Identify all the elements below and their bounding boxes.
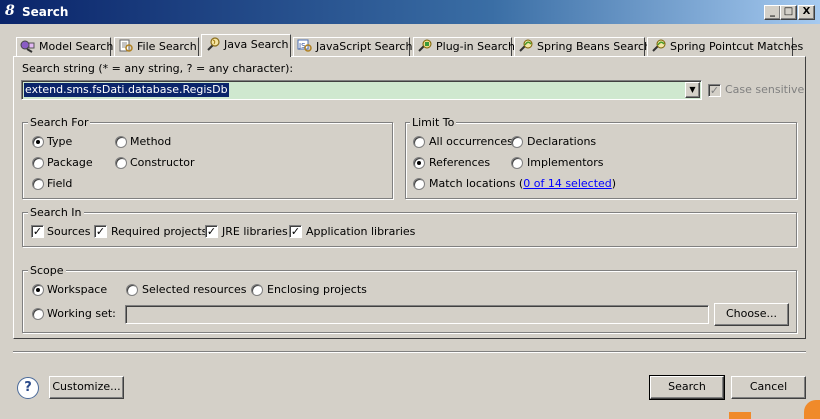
radio-match-locations-label: Match locations (: [429, 177, 524, 190]
javascript-search-icon: JS: [297, 39, 313, 53]
plugin-search-icon: [417, 39, 433, 53]
checkbox-jre-libraries-label: JRE libraries: [222, 225, 288, 238]
radio-match-locations-row: Match locations (0 of 14 selected): [429, 177, 616, 191]
maximize-button[interactable]: □: [780, 5, 797, 20]
radio-constructor-label: Constructor: [130, 156, 195, 169]
radio-constructor[interactable]: [115, 157, 127, 169]
checkbox-sources[interactable]: ✓: [31, 225, 44, 238]
customize-button[interactable]: Customize...: [49, 376, 124, 399]
checkbox-application-libraries[interactable]: ✓: [289, 225, 302, 238]
file-search-icon: [118, 39, 134, 53]
radio-references[interactable]: [413, 157, 425, 169]
title-bar: 8 Search _ □ X: [0, 0, 820, 24]
radio-all-occurrences-label: All occurrences: [429, 135, 513, 148]
radio-method-label: Method: [130, 135, 172, 148]
checkbox-jre-libraries[interactable]: ✓: [205, 225, 218, 238]
checkbox-sources-label: Sources: [47, 225, 91, 238]
match-locations-suffix: ): [611, 177, 617, 190]
radio-references-label: References: [429, 156, 491, 169]
scope-title: Scope: [28, 264, 66, 277]
tab-plugin-search[interactable]: Plug-in Search: [413, 37, 515, 56]
close-button[interactable]: X: [798, 5, 815, 20]
checkbox-required-projects-label: Required projects: [111, 225, 208, 238]
footer-separator: [13, 351, 806, 353]
tab-spring-pointcut-matches[interactable]: Spring Pointcut Matches: [647, 37, 803, 56]
limit-to-title: Limit To: [410, 116, 457, 129]
radio-working-set[interactable]: [32, 308, 44, 320]
spring-pointcut-icon: [651, 39, 667, 53]
case-sensitive-checkbox[interactable]: ✓: [708, 84, 721, 97]
window-title: Search: [22, 5, 69, 19]
radio-implementors[interactable]: [511, 157, 523, 169]
tab-file-search[interactable]: File Search: [114, 37, 199, 56]
dropdown-button[interactable]: ▼: [685, 82, 700, 98]
radio-declarations-label: Declarations: [527, 135, 597, 148]
tab-spring-beans-search[interactable]: Spring Beans Search: [514, 37, 651, 56]
radio-workspace[interactable]: [32, 284, 44, 296]
minimize-button[interactable]: _: [764, 5, 781, 20]
radio-selected-resources-label: Selected resources: [142, 283, 247, 296]
match-locations-link[interactable]: 0 of 14 selected: [523, 177, 612, 190]
search-for-title: Search For: [28, 116, 91, 129]
radio-field[interactable]: [32, 178, 44, 190]
spring-beans-icon: [518, 39, 534, 53]
radio-method[interactable]: [115, 136, 127, 148]
search-string-combo[interactable]: extend.sms.fsDati.database.RegisDb ▼: [21, 80, 702, 100]
tab-javascript-search[interactable]: JS JavaScript Search: [293, 37, 412, 56]
orange-corner-decoration: [804, 400, 820, 419]
checkbox-required-projects[interactable]: ✓: [94, 225, 107, 238]
radio-match-locations[interactable]: [413, 178, 425, 190]
java-search-icon: [205, 37, 221, 51]
search-button[interactable]: Search: [649, 375, 725, 400]
radio-implementors-label: Implementors: [527, 156, 604, 169]
tab-model-search[interactable]: Model Search: [16, 37, 113, 56]
radio-enclosing-projects[interactable]: [251, 284, 263, 296]
radio-package-label: Package: [47, 156, 93, 169]
case-sensitive-label: Case sensitive: [725, 83, 805, 96]
checkbox-application-libraries-label: Application libraries: [306, 225, 416, 238]
tab-java-search[interactable]: Java Search: [201, 34, 291, 57]
radio-enclosing-projects-label: Enclosing projects: [267, 283, 367, 296]
cancel-button[interactable]: Cancel: [731, 376, 806, 399]
radio-selected-resources[interactable]: [126, 284, 138, 296]
help-icon[interactable]: ?: [17, 377, 39, 399]
model-search-icon: [20, 39, 36, 53]
search-string-label: Search string (* = any string, ? = any c…: [22, 62, 294, 75]
radio-package[interactable]: [32, 157, 44, 169]
radio-field-label: Field: [47, 177, 73, 190]
eclipse-window-icon: 8: [5, 3, 15, 19]
chevron-down-icon: ▼: [689, 85, 696, 94]
radio-declarations[interactable]: [511, 136, 523, 148]
radio-type-label: Type: [47, 135, 73, 148]
radio-workspace-label: Workspace: [47, 283, 108, 296]
working-set-field[interactable]: [125, 305, 709, 324]
search-in-title: Search In: [28, 206, 84, 219]
radio-all-occurrences[interactable]: [413, 136, 425, 148]
orange-decoration: [729, 412, 751, 419]
radio-working-set-label: Working set:: [47, 307, 116, 320]
radio-type[interactable]: [32, 136, 44, 148]
search-string-input[interactable]: extend.sms.fsDati.database.RegisDb: [24, 83, 229, 97]
choose-button[interactable]: Choose...: [714, 303, 789, 326]
